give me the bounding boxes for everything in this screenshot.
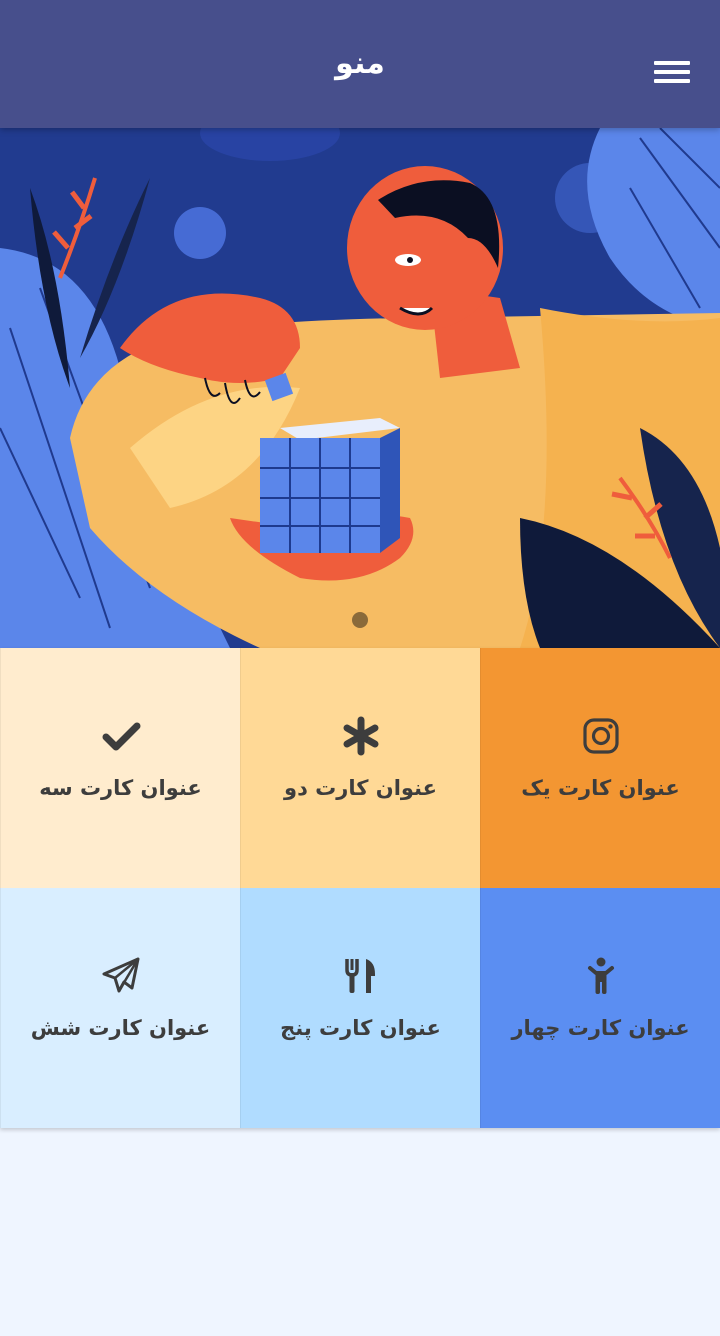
- instagram-icon: [581, 716, 621, 756]
- child-icon: [581, 956, 621, 996]
- card-four-label: عنوان کارت چهار: [511, 1016, 690, 1040]
- card-three[interactable]: عنوان کارت سه: [0, 648, 240, 888]
- card-five-label: عنوان کارت پنج: [280, 1016, 441, 1040]
- card-one[interactable]: عنوان کارت یک: [480, 648, 720, 888]
- card-two[interactable]: عنوان کارت دو: [240, 648, 480, 888]
- check-icon: [101, 716, 141, 756]
- card-one-label: عنوان کارت یک: [521, 776, 680, 800]
- card-four[interactable]: عنوان کارت چهار: [480, 888, 720, 1128]
- page-title: منو: [335, 46, 385, 81]
- card-six[interactable]: عنوان کارت شش: [0, 888, 240, 1128]
- hamburger-icon[interactable]: [654, 56, 690, 88]
- card-six-label: عنوان کارت شش: [30, 1016, 211, 1040]
- utensils-icon: [341, 956, 381, 996]
- paper-plane-icon: [101, 956, 141, 996]
- card-two-label: عنوان کارت دو: [284, 776, 437, 800]
- card-five[interactable]: عنوان کارت پنج: [240, 888, 480, 1128]
- app-bar: منو: [0, 0, 720, 128]
- cards-grid: عنوان کارت یک عنوان کارت دو عنوان کارت س…: [0, 648, 720, 1128]
- card-three-label: عنوان کارت سه: [39, 776, 202, 800]
- asterisk-icon: [341, 716, 381, 756]
- hero-slider[interactable]: [0, 128, 720, 648]
- hero-illustration: [0, 128, 720, 648]
- slider-dot[interactable]: [352, 612, 368, 628]
